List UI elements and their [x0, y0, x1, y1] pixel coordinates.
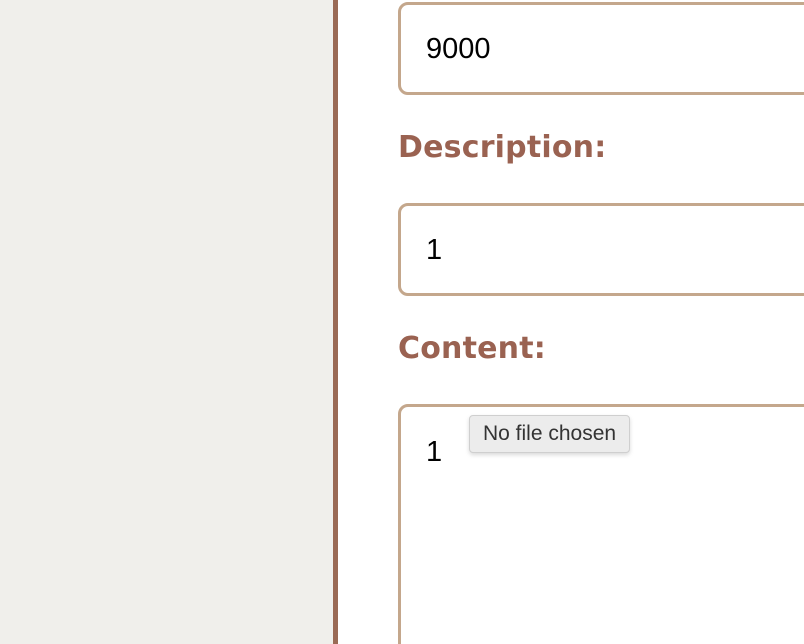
form-panel: 9000 Description: 1 Content: 1 No file c…	[338, 0, 804, 644]
content-label: Content:	[398, 331, 546, 366]
description-input-value: 1	[426, 234, 443, 266]
description-input[interactable]: 1	[398, 203, 804, 296]
price-input[interactable]: 9000	[398, 2, 804, 95]
description-label: Description:	[398, 130, 607, 165]
file-status-tooltip: No file chosen	[469, 415, 631, 453]
content-textarea-value: 1	[426, 436, 443, 468]
price-input-value: 9000	[426, 33, 491, 65]
left-panel	[0, 0, 333, 644]
